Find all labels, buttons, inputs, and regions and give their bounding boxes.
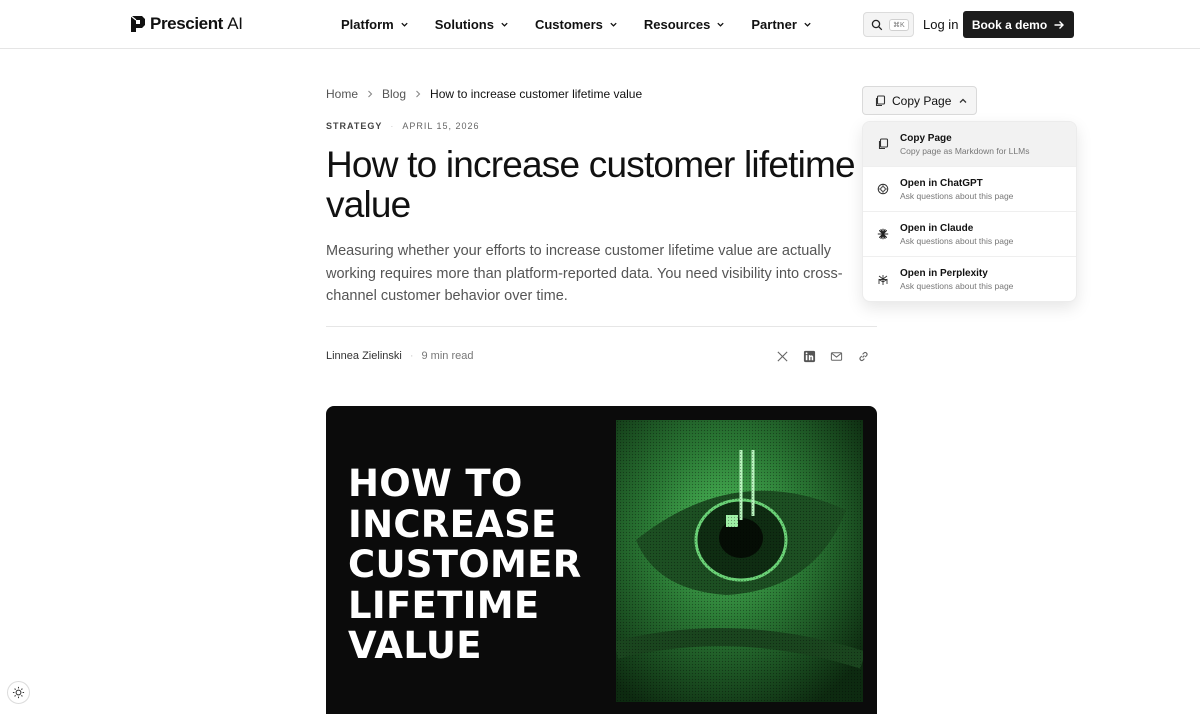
chevron-down-icon <box>610 22 617 27</box>
author-name[interactable]: Linnea Zielinski <box>326 350 402 362</box>
sun-icon <box>12 686 25 699</box>
menu-item-subtitle: Copy page as Markdown for LLMs <box>900 145 1030 156</box>
byline: Linnea Zielinski · 9 min read <box>326 350 473 362</box>
hero-image: HOW TO INCREASE CUSTOMER LIFETIME VALUE <box>326 406 877 714</box>
x-twitter-icon[interactable] <box>776 350 789 363</box>
email-icon[interactable] <box>830 350 843 363</box>
nav-label: Partner <box>751 17 797 32</box>
menu-item-text: Open in Claude Ask questions about this … <box>900 222 1013 247</box>
menu-item-copy-page[interactable]: Copy Page Copy page as Markdown for LLMs <box>863 122 1076 167</box>
breadcrumb-blog[interactable]: Blog <box>382 87 406 101</box>
chevron-down-icon <box>804 22 811 27</box>
chevron-up-icon <box>959 98 967 103</box>
nav-label: Resources <box>643 17 711 32</box>
chevron-down-icon <box>401 22 408 27</box>
claude-icon <box>877 228 889 240</box>
chevron-down-icon <box>501 22 508 27</box>
search-icon <box>871 19 883 30</box>
meta-separator: · <box>390 121 395 131</box>
share-bar <box>776 350 870 363</box>
prescient-logo-icon <box>130 15 145 32</box>
chevron-right-icon <box>416 90 421 98</box>
hero-line: CUSTOMER <box>348 543 582 586</box>
book-demo-button[interactable]: Book a demo <box>963 11 1074 38</box>
hero-headline: HOW TO INCREASE CUSTOMER LIFETIME VALUE <box>348 462 608 667</box>
menu-item-open-claude[interactable]: Open in Claude Ask questions about this … <box>863 212 1076 257</box>
hero-line: VALUE <box>348 624 482 667</box>
arrow-right-icon <box>1054 20 1065 29</box>
article-meta: STRATEGY · APRIL 15, 2026 <box>326 121 480 131</box>
menu-item-open-perplexity[interactable]: Open in Perplexity Ask questions about t… <box>863 257 1076 301</box>
copy-page-button[interactable]: Copy Page <box>862 86 977 115</box>
hero-line: HOW TO <box>348 462 523 505</box>
article-category[interactable]: STRATEGY <box>326 121 382 131</box>
perplexity-icon <box>878 274 888 285</box>
nav-label: Solutions <box>434 17 494 32</box>
menu-item-open-chatgpt[interactable]: Open in ChatGPT Ask questions about this… <box>863 167 1076 212</box>
link-icon[interactable] <box>857 350 870 363</box>
copy-page-menu: Copy Page Copy page as Markdown for LLMs… <box>862 121 1077 302</box>
login-link[interactable]: Log in <box>923 17 958 32</box>
nav-customers[interactable]: Customers <box>535 17 618 32</box>
meta-separator: · <box>409 350 414 362</box>
breadcrumb: Home Blog How to increase customer lifet… <box>326 87 642 101</box>
menu-item-text: Copy Page Copy page as Markdown for LLMs <box>900 132 1029 157</box>
menu-item-title: Open in ChatGPT <box>900 177 983 189</box>
hero-line: INCREASE <box>348 502 557 546</box>
eye-illustration <box>616 420 863 702</box>
hero-line: LIFETIME <box>348 583 540 627</box>
chatgpt-icon <box>877 183 889 195</box>
read-time: 9 min read <box>421 350 474 362</box>
nav-partner[interactable]: Partner <box>751 17 812 32</box>
logo[interactable]: Prescient AI <box>130 14 243 34</box>
article-lede: Measuring whether your efforts to increa… <box>326 243 843 304</box>
copy-icon <box>878 138 889 150</box>
divider <box>326 326 877 327</box>
menu-item-text: Open in ChatGPT Ask questions about this… <box>900 177 1013 202</box>
nav-platform[interactable]: Platform <box>341 17 409 32</box>
copy-icon <box>875 94 886 106</box>
site-header: Prescient AI Platform Solutions Customer… <box>0 0 1200 49</box>
menu-item-title: Open in Perplexity <box>900 268 988 279</box>
chevron-down-icon <box>717 22 725 27</box>
nav-resources[interactable]: Resources <box>644 17 725 32</box>
menu-item-subtitle: Ask questions about this page <box>900 281 1014 291</box>
search-button[interactable]: ⌘K <box>863 12 914 37</box>
nav-solutions[interactable]: Solutions <box>435 17 509 32</box>
chevron-right-icon <box>368 90 373 98</box>
main-nav: Platform Solutions Customers Resources P… <box>341 0 838 49</box>
copy-page-label: Copy Page <box>892 93 952 108</box>
theme-toggle-button[interactable] <box>7 681 30 704</box>
menu-item-title: Copy Page <box>900 132 952 144</box>
logo-text: Prescient AI <box>150 14 243 33</box>
breadcrumb-current: How to increase customer lifetime value <box>430 87 643 101</box>
menu-item-subtitle: Ask questions about this page <box>900 190 1014 201</box>
menu-item-title: Open in Claude <box>900 222 974 234</box>
nav-label: Platform <box>341 17 394 32</box>
breadcrumb-home[interactable]: Home <box>326 87 358 101</box>
menu-item-subtitle: Ask questions about this page <box>900 235 1014 246</box>
book-demo-label: Book a demo <box>971 17 1048 32</box>
article-date: APRIL 15, 2026 <box>402 121 480 131</box>
linkedin-icon[interactable] <box>803 350 816 363</box>
article-title: How to increase customer lifetime value <box>326 144 856 225</box>
keyboard-shortcut: ⌘K <box>889 18 909 31</box>
menu-item-text: Open in Perplexity Ask questions about t… <box>900 267 1013 292</box>
nav-label: Customers <box>534 17 603 32</box>
